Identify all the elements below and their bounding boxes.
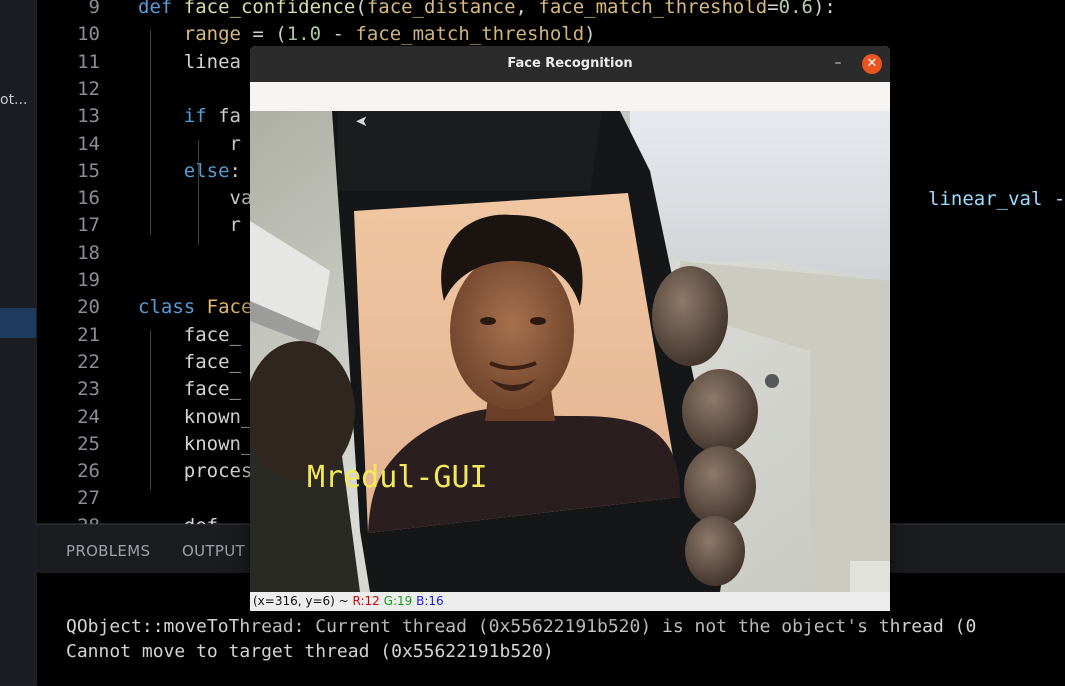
window-titlebar[interactable]: Face Recognition – ✕ [250, 46, 890, 82]
line-number: 22 [77, 350, 100, 373]
status-bar: (x=316, y=6) ~ R:12 G:19 B:16 [250, 592, 890, 611]
code-text: range = (1.0 - face_match_threshold) [183, 23, 596, 46]
code-text: r [138, 214, 241, 237]
line-number: 19 [77, 269, 100, 291]
line-number: 20 [77, 296, 100, 319]
code-text: r [138, 132, 241, 155]
terminal-line: QObject::moveToThread: Current thread (0… [66, 616, 977, 637]
window-title: Face Recognition [507, 56, 633, 71]
minimize-button[interactable]: – [828, 54, 848, 74]
line-number: 12 [77, 77, 100, 100]
line-number: 27 [77, 487, 100, 510]
back-arrow-icon: ➤ [355, 112, 368, 130]
indent-guide [198, 140, 199, 200]
code-text: else: [183, 159, 241, 182]
code-text: def face_confidence(face_distance, face_… [138, 0, 836, 18]
line-number: 9 [88, 0, 100, 18]
line-number: 24 [77, 405, 100, 428]
code-text: linea [138, 50, 241, 73]
line-number: 13 [77, 105, 100, 128]
camera-frame[interactable]: ➤ Mredul-GUI [250, 111, 890, 592]
line-number: 21 [77, 323, 100, 346]
finger [652, 266, 728, 366]
status-green: G:19 [383, 594, 413, 608]
finger [685, 516, 745, 586]
close-button[interactable]: ✕ [862, 54, 882, 74]
face-recognition-window: Face Recognition – ✕ ➤ Mredul-GUI (x=316… [250, 46, 890, 611]
line-number: 10 [77, 23, 100, 46]
face-label: Mredul-GUI [307, 460, 488, 495]
tab-output[interactable]: OUTPUT [182, 542, 245, 560]
line-number: 14 [77, 132, 100, 155]
status-red: R:12 [352, 594, 380, 608]
line-number: 18 [77, 241, 100, 264]
code-text: va [138, 187, 253, 210]
line-number: 25 [77, 432, 100, 455]
terminal-line: Cannot move to target thread (0x55622191… [66, 641, 554, 662]
code-line[interactable]: 9 def face_confidence(face_distance, face… [37, 0, 1065, 24]
finger [684, 446, 756, 526]
line-number: 16 [77, 187, 100, 210]
indent-guide [150, 330, 151, 490]
code-text: face_ [138, 350, 241, 373]
code-text: proces [138, 460, 253, 483]
indent-guide [198, 195, 199, 245]
code-text: face_ [138, 323, 241, 346]
sidebar-active-item[interactable] [0, 308, 36, 338]
line-number: 26 [77, 460, 100, 483]
code-text: known_ [138, 432, 253, 455]
finger [682, 369, 758, 453]
status-coords: (x=316, y=6) ~ [253, 594, 353, 608]
status-blue: B:16 [416, 594, 444, 608]
indent-guide [150, 30, 151, 235]
camera-device [765, 374, 779, 388]
code-text: if fa [183, 105, 241, 128]
code-fragment: linear_val - 0 [928, 188, 1065, 210]
sidebar-item-label[interactable]: ot... [0, 92, 27, 108]
line-number: 15 [77, 159, 100, 182]
box [850, 561, 890, 592]
line-number: 17 [77, 214, 100, 237]
code-text: known_ [138, 405, 253, 428]
tab-problems[interactable]: PROBLEMS [66, 542, 150, 560]
line-number: 11 [77, 50, 100, 73]
window-toolbar [250, 82, 890, 112]
code-text: class Face [138, 296, 253, 319]
line-number: 23 [77, 378, 100, 401]
code-text: face_ [138, 378, 241, 401]
